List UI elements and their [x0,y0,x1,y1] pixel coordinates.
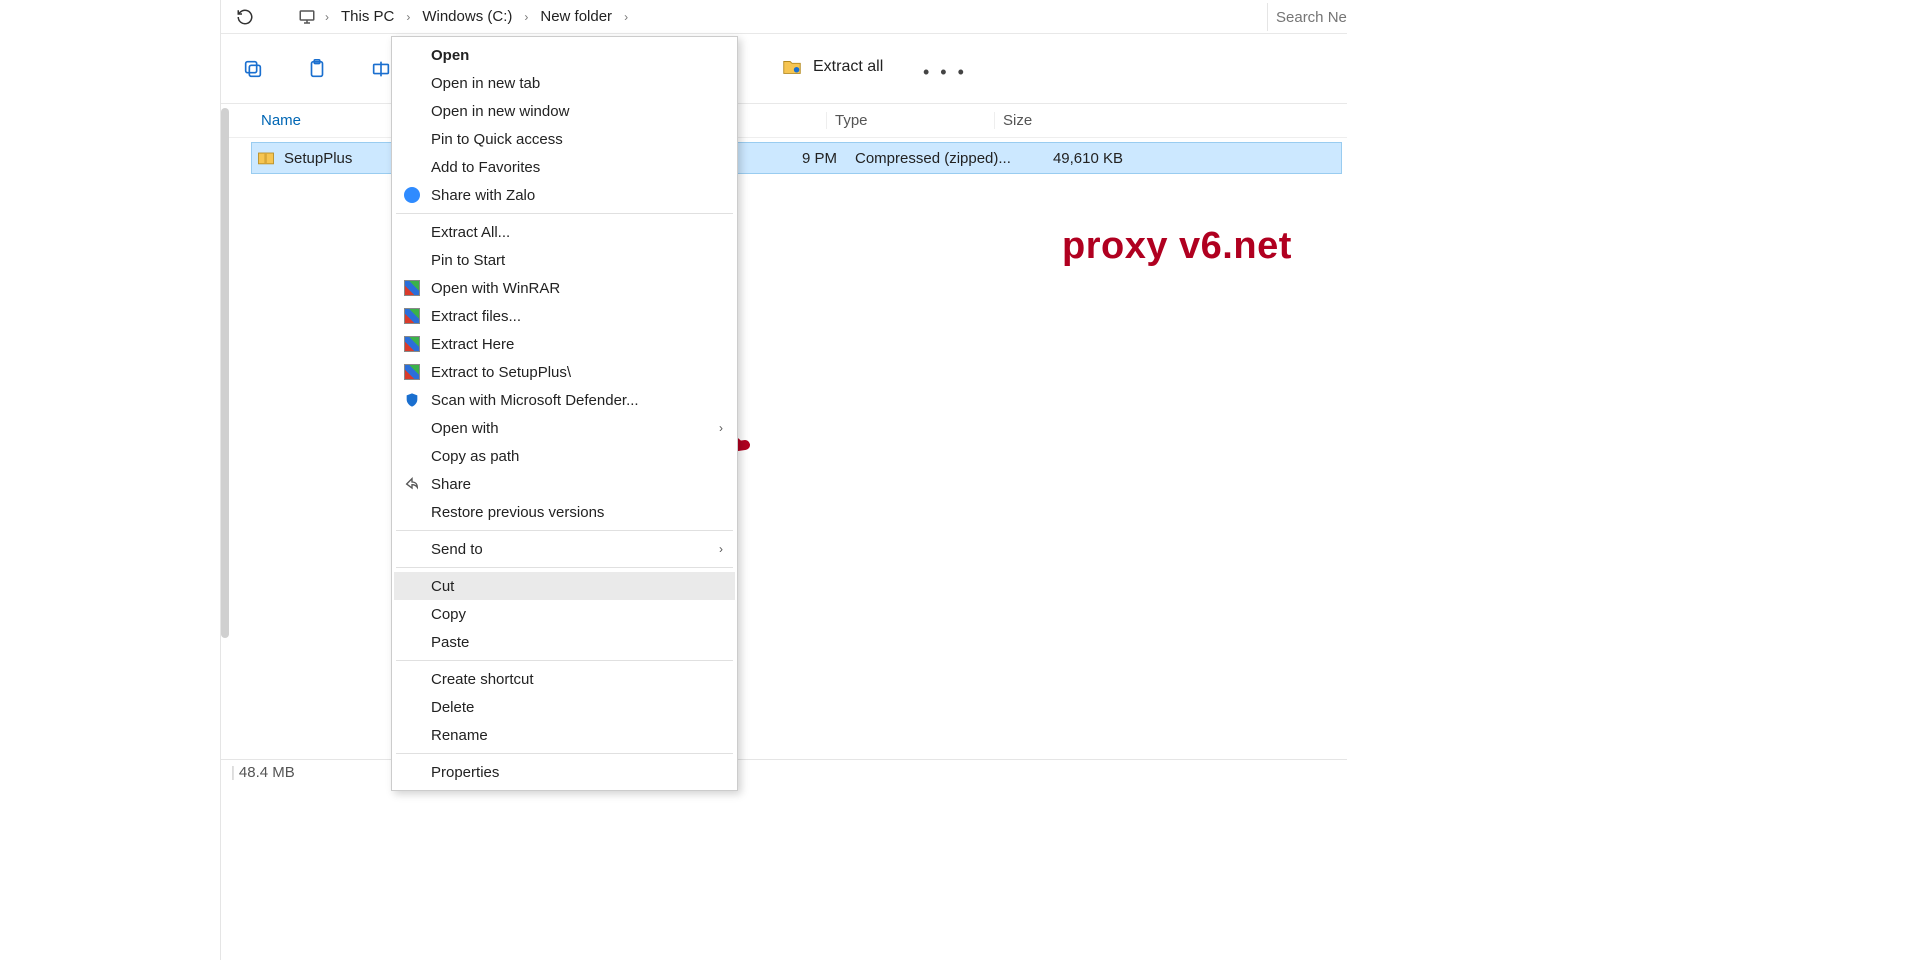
shield-icon [402,390,422,410]
winrar-icon [402,306,422,326]
search-input[interactable] [1276,9,1447,26]
ctx-properties[interactable]: Properties [394,758,735,786]
col-size[interactable]: Size [994,112,1106,129]
col-type[interactable]: Type [826,112,994,129]
ctx-open-with-label: Open with [431,420,499,437]
breadcrumb-this-pc[interactable]: This PC [337,8,398,25]
status-bar: | 48.4 MB [221,759,1347,785]
column-headers: Name Type Size [221,104,1347,138]
ctx-open[interactable]: Open [394,41,735,69]
paste-icon[interactable] [303,55,331,83]
ctx-extract-all[interactable]: Extract All... [394,218,735,246]
ctx-pin-quick-access[interactable]: Pin to Quick access [394,125,735,153]
ctx-share-zalo[interactable]: Share with Zalo [394,181,735,209]
separator [396,660,733,661]
ctx-copy[interactable]: Copy [394,600,735,628]
ctx-rename[interactable]: Rename [394,721,735,749]
ctx-open-with[interactable]: Open with › [394,414,735,442]
ctx-share-label: Share [431,476,471,493]
explorer-window: › This PC › Windows (C:) › New folder › … [220,0,1347,960]
breadcrumb: › This PC › Windows (C:) › New folder › [297,3,636,31]
ctx-extract-files[interactable]: Extract files... [394,302,735,330]
winrar-icon [402,362,422,382]
status-size: 48.4 MB [239,764,295,781]
breadcrumb-folder[interactable]: New folder [536,8,616,25]
ctx-delete[interactable]: Delete [394,693,735,721]
ctx-open-tab[interactable]: Open in new tab [394,69,735,97]
toolbar: Extract all • • • [221,34,1347,104]
separator [396,213,733,214]
chevron-right-icon[interactable]: › [398,10,418,24]
ctx-share[interactable]: Share [394,470,735,498]
ctx-add-favorites[interactable]: Add to Favorites [394,153,735,181]
zalo-icon [402,185,422,205]
ctx-extract-to[interactable]: Extract to SetupPlus\ [394,358,735,386]
ctx-shortcut[interactable]: Create shortcut [394,665,735,693]
ctx-open-winrar[interactable]: Open with WinRAR [394,274,735,302]
chevron-right-icon[interactable]: › [317,10,337,24]
watermark-text: proxy v6.net [1062,225,1292,268]
separator [396,567,733,568]
winrar-icon [402,278,422,298]
ctx-scan-defender[interactable]: Scan with Microsoft Defender... [394,386,735,414]
extract-all-icon [781,56,803,78]
ctx-scan-defender-label: Scan with Microsoft Defender... [431,392,639,409]
copy-icon[interactable] [239,55,267,83]
ctx-open-winrar-label: Open with WinRAR [431,280,560,297]
more-icon[interactable]: • • • [923,62,967,83]
address-row: › This PC › Windows (C:) › New folder › [221,0,1347,34]
chevron-right-icon[interactable]: › [516,10,536,24]
zip-file-icon [256,148,276,168]
ctx-share-zalo-label: Share with Zalo [431,187,535,204]
chevron-right-icon: › [719,421,723,435]
separator [396,530,733,531]
ctx-extract-here-label: Extract Here [431,336,514,353]
status-separator: | [231,764,235,781]
ctx-paste[interactable]: Paste [394,628,735,656]
file-size: 49,610 KB [1015,150,1133,167]
share-icon [402,474,422,494]
ctx-open-window[interactable]: Open in new window [394,97,735,125]
ctx-cut[interactable]: Cut [394,572,735,600]
ctx-restore-versions[interactable]: Restore previous versions [394,498,735,526]
extract-all-button[interactable]: Extract all [781,56,883,78]
ctx-pin-start[interactable]: Pin to Start [394,246,735,274]
extract-all-label: Extract all [813,58,883,76]
context-menu: Open Open in new tab Open in new window … [391,36,738,791]
separator [396,753,733,754]
ctx-extract-files-label: Extract files... [431,308,521,325]
chevron-right-icon: › [719,542,723,556]
ctx-send-to[interactable]: Send to › [394,535,735,563]
ctx-copy-path[interactable]: Copy as path [394,442,735,470]
ctx-extract-to-label: Extract to SetupPlus\ [431,364,571,381]
sidebar-scrollbar[interactable] [221,108,229,638]
ctx-send-to-label: Send to [431,541,483,558]
pc-icon [297,7,317,27]
chevron-right-icon[interactable]: › [616,10,636,24]
breadcrumb-drive[interactable]: Windows (C:) [418,8,516,25]
winrar-icon [402,334,422,354]
refresh-icon[interactable] [233,5,257,29]
search-box[interactable] [1267,3,1447,31]
ctx-extract-here[interactable]: Extract Here [394,330,735,358]
file-type: Compressed (zipped)... [847,150,1015,167]
